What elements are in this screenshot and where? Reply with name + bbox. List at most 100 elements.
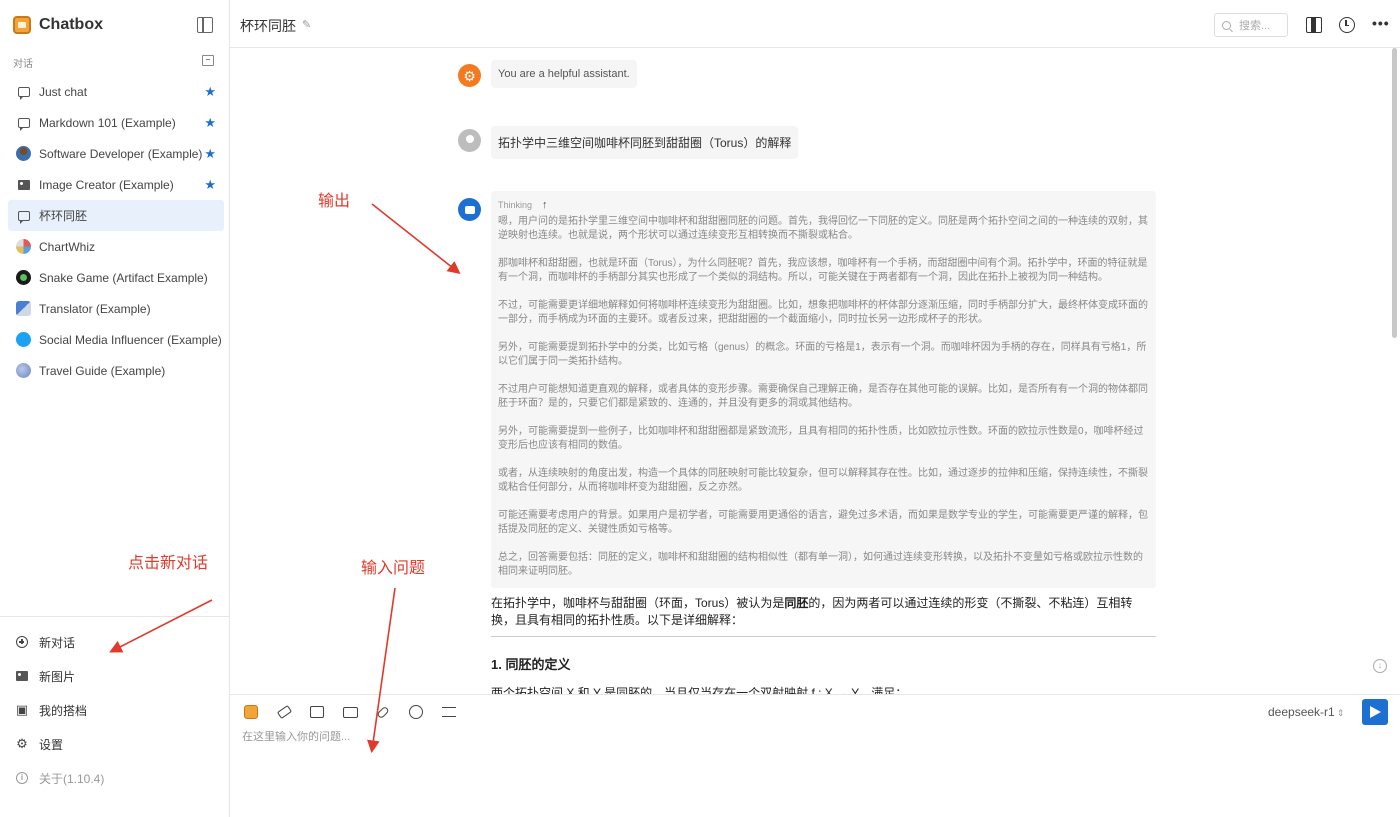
annotation-click-new-label: 点击新对话 <box>128 555 209 572</box>
twitter-avatar-icon <box>16 332 31 347</box>
thinking-header[interactable]: Thinking ↑ <box>498 199 1149 211</box>
thinking-content: 嗯，用户问的是拓扑学里三维空间中咖啡杯和甜甜圈同胚的问题。首先，我得回忆一下同胚… <box>498 215 1149 579</box>
image-add-icon <box>15 669 29 683</box>
star-icon[interactable]: ★ <box>204 115 216 131</box>
thinking-block: Thinking ↑ 嗯，用户问的是拓扑学里三维空间中咖啡杯和甜甜圈同胚的问题。… <box>491 191 1156 588</box>
page-title: 杯环同胚 <box>240 18 296 34</box>
settings-button[interactable]: ⚙ 设置 <box>15 727 229 761</box>
archive-icon[interactable] <box>202 55 214 66</box>
assistant-avatar-icon <box>458 198 481 221</box>
add-circle-icon <box>15 635 29 649</box>
app-title: Chatbox <box>39 16 103 33</box>
answer-divider <box>491 636 1156 637</box>
user-message: 拓扑学中三维空间咖啡杯同胚到甜甜圈（Torus）的解释 <box>491 126 799 159</box>
thinking-label: Thinking <box>498 200 533 210</box>
new-image-label: 新图片 <box>39 669 76 684</box>
image-upload-icon[interactable] <box>308 703 326 721</box>
system-avatar-icon[interactable] <box>458 64 481 87</box>
conversation-label: Travel Guide (Example) <box>39 363 166 378</box>
settings-sliders-icon[interactable] <box>440 703 458 721</box>
about-button[interactable]: i 关于(1.10.4) <box>15 761 229 795</box>
assistant-answer: 在拓扑学中，咖啡杯与甜甜圈（环面，Torus）被认为是同胚的，因为两者可以通过连… <box>491 595 1156 629</box>
conversation-label: Just chat <box>39 84 88 99</box>
new-chat-button[interactable]: 新对话 <box>15 625 229 659</box>
thinking-paragraph: 那咖啡杯和甜甜圈，也就是环面（Torus），为什么同胚呢？首先，我应该想，咖啡杯… <box>498 258 1148 283</box>
my-partners-button[interactable]: ▣ 我的搭档 <box>15 693 229 727</box>
toggle-layout-icon[interactable] <box>1306 17 1322 33</box>
star-icon[interactable]: ★ <box>204 84 216 100</box>
info-icon: i <box>15 771 29 785</box>
thinking-paragraph: 另外，可能需要提到拓扑学中的分类，比如亏格（genus）的概念。环面的亏格是1，… <box>498 342 1147 367</box>
annotation-input-label: 输入问题 <box>361 560 426 577</box>
search-placeholder: 搜索... <box>1239 20 1271 32</box>
new-chat-label: 新对话 <box>39 635 76 650</box>
message-input[interactable] <box>242 731 1342 743</box>
answer-continued-text: 两个拓扑空间 X 和 Y 是同胚的，当且仅当存在一个双射映射 f : X → Y… <box>491 686 908 694</box>
sidebar: Chatbox 对话 Just chat ★ Markdown 101 (Exa… <box>0 0 230 817</box>
chat-header: 杯环同胚 ✎ 搜索... ••• <box>230 0 1400 48</box>
chatbox-logo-icon[interactable] <box>242 703 260 721</box>
model-selector[interactable]: deepseek-r1 ⇕ <box>1268 705 1344 719</box>
chevron-updown-icon: ⇕ <box>1336 708 1345 718</box>
thinking-paragraph: 另外，可能需要提到一些例子，比如咖啡杯和甜甜圈都是紧致流形，且具有相同的拓扑性质… <box>498 426 1144 451</box>
scroll-to-bottom-icon[interactable]: ↓ <box>1373 659 1387 673</box>
search-button[interactable]: 搜索... <box>1214 13 1288 37</box>
chat-bubble-icon <box>16 84 31 100</box>
conversation-item-markdown[interactable]: Markdown 101 (Example) ★ <box>8 107 224 138</box>
conversation-item-chartwhiz[interactable]: ChartWhiz <box>8 231 224 262</box>
input-area: deepseek-r1 ⇕ <box>230 694 1400 817</box>
collapse-sidebar-icon[interactable] <box>197 17 213 33</box>
conversation-item-cup-torus[interactable]: 杯环同胚 <box>8 200 224 231</box>
edit-pencil-icon[interactable]: ✎ <box>302 18 311 31</box>
input-toolbar <box>242 703 473 721</box>
system-message: You are a helpful assistant. <box>491 60 637 88</box>
annotation-output-label: 输出 <box>318 193 351 210</box>
model-name: deepseek-r1 <box>1268 705 1335 719</box>
answer-heading: 1. 同胚的定义 <box>491 657 571 672</box>
settings-label: 设置 <box>39 737 64 752</box>
conversation-item-translator[interactable]: Translator (Example) <box>8 293 224 324</box>
send-button[interactable] <box>1362 699 1388 725</box>
conversation-label: Translator (Example) <box>39 301 151 316</box>
about-label: 关于(1.10.4) <box>39 771 105 786</box>
thinking-paragraph: 不过用户可能想知道更直观的解释，或者具体的变形步骤。需要确保自己理解正确，是否存… <box>498 384 1148 409</box>
snake-avatar-icon <box>16 270 31 285</box>
thinking-paragraph: 可能还需要考虑用户的背景。如果用户是初学者，可能需要用更通俗的语言，避免过多术语… <box>498 510 1148 535</box>
conversation-item-image-creator[interactable]: Image Creator (Example) ★ <box>8 169 224 200</box>
folder-icon[interactable] <box>341 703 359 721</box>
chat-bubble-icon <box>16 208 31 224</box>
app-window: Chatbox 对话 Just chat ★ Markdown 101 (Exa… <box>0 0 1400 817</box>
history-icon[interactable] <box>1339 17 1355 33</box>
collapse-arrow-icon[interactable]: ↑ <box>542 199 548 211</box>
globe-icon[interactable] <box>407 703 425 721</box>
conversations-section-label: 对话 <box>13 59 33 70</box>
answer-bold-text: 同胚 <box>784 596 809 610</box>
chart-avatar-icon <box>16 239 31 254</box>
conversation-item-software-developer[interactable]: Software Developer (Example) ★ <box>8 138 224 169</box>
conversation-item-social-media[interactable]: Social Media Influencer (Example) <box>8 324 224 355</box>
chat-bubble-icon <box>16 115 31 131</box>
star-icon[interactable]: ★ <box>204 146 216 162</box>
star-icon[interactable]: ★ <box>204 177 216 193</box>
robot-icon: ▣ <box>15 702 29 717</box>
new-image-button[interactable]: 新图片 <box>15 659 229 693</box>
chat-scrollbar[interactable] <box>1392 48 1397 338</box>
conversation-label: Social Media Influencer (Example) <box>39 332 222 347</box>
user-avatar-icon <box>458 129 481 152</box>
conversation-label: 杯环同胚 <box>39 209 88 223</box>
sidebar-bottom-menu: 新对话 新图片 ▣ 我的搭档 ⚙ 设置 i 关于(1.10.4) <box>0 616 229 795</box>
link-icon[interactable] <box>374 703 392 721</box>
conversation-label: Markdown 101 (Example) <box>39 115 176 130</box>
conversation-label: Snake Game (Artifact Example) <box>39 270 208 285</box>
eraser-icon[interactable] <box>275 703 293 721</box>
conversation-label: ChartWhiz <box>39 239 96 254</box>
translator-avatar-icon <box>16 301 31 316</box>
more-options-icon[interactable]: ••• <box>1372 16 1389 35</box>
conversation-item-snake-game[interactable]: Snake Game (Artifact Example) <box>8 262 224 293</box>
conversation-label: Image Creator (Example) <box>39 177 174 192</box>
thinking-paragraph: 或者，从连续映射的角度出发，构造一个具体的同胚映射可能比较复杂，但可以解释其存在… <box>498 468 1148 493</box>
conversation-label: Software Developer (Example) <box>39 146 203 161</box>
conversation-item-travel-guide[interactable]: Travel Guide (Example) <box>8 355 224 386</box>
conversation-item-just-chat[interactable]: Just chat ★ <box>8 76 224 107</box>
answer-text: 在拓扑学中，咖啡杯与甜甜圈（环面，Torus）被认为是 <box>491 596 785 610</box>
